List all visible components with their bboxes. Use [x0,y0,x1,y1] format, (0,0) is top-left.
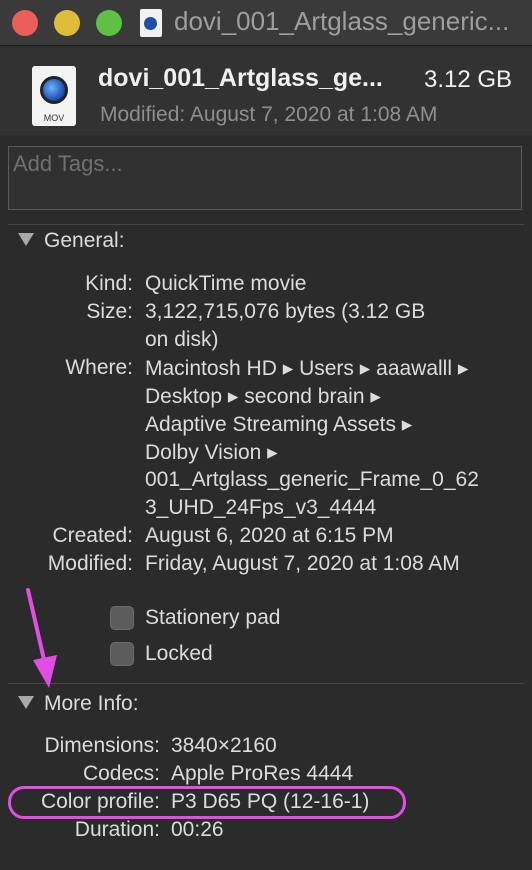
annotation-arrow [26,588,57,688]
arrow-head-icon [33,655,57,688]
arrow-shaft [26,588,47,666]
